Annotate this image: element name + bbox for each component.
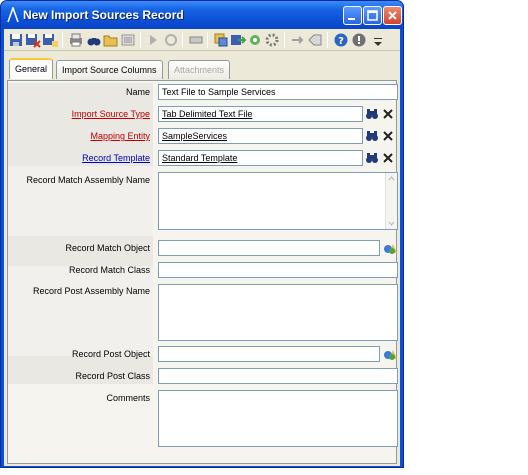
scroll-up-icon[interactable] xyxy=(386,173,397,183)
link-icon[interactable] xyxy=(290,32,306,48)
toolbar: ? xyxy=(4,29,400,51)
close-icon xyxy=(388,11,397,20)
record-match-object-field[interactable] xyxy=(158,240,380,256)
tab-order-icon[interactable] xyxy=(188,32,204,48)
record-match-assembly-name-label: Record Match Assembly Name xyxy=(26,175,150,185)
label-column-band xyxy=(8,266,153,356)
find-icon[interactable] xyxy=(86,32,102,48)
save-and-new-icon[interactable] xyxy=(42,32,58,48)
record-post-assembly-name-label: Record Post Assembly Name xyxy=(32,286,150,296)
tab-general[interactable]: General xyxy=(9,58,54,79)
toolbar-separator xyxy=(327,32,328,48)
record-post-object-label: Record Post Object xyxy=(71,349,150,359)
info-icon[interactable] xyxy=(351,32,367,48)
mapping-entity-value: SampleServices xyxy=(162,131,228,141)
settings-icon[interactable] xyxy=(264,32,280,48)
vertical-scrollbar[interactable] xyxy=(385,173,397,229)
close-button[interactable] xyxy=(383,6,402,25)
refresh-icon[interactable] xyxy=(163,32,179,48)
mapping-entity-label[interactable]: Mapping Entity xyxy=(8,131,153,141)
import-source-type-value: Tab Delimited Text File xyxy=(162,109,253,119)
window-title: New Import Sources Record xyxy=(23,8,184,22)
sync-icon[interactable] xyxy=(247,32,263,48)
general-tab-panel: Name Text File to Sample Services Import… xyxy=(7,80,398,464)
record-post-class-field[interactable] xyxy=(158,368,398,384)
import-source-type-field[interactable]: Tab Delimited Text File xyxy=(158,106,363,122)
record-post-object-field[interactable] xyxy=(158,346,380,362)
record-template-field[interactable]: Standard Template xyxy=(158,150,363,166)
record-match-assembly-name-field[interactable] xyxy=(158,172,398,230)
import-source-type-label[interactable]: Import Source Type xyxy=(8,109,153,119)
record-template-label[interactable]: Record Template xyxy=(8,153,153,163)
record-match-class-label: Record Match Class xyxy=(68,265,150,275)
title-bar[interactable]: New Import Sources Record xyxy=(1,1,403,29)
toolbar-separator xyxy=(182,32,183,48)
import-icon[interactable] xyxy=(230,32,246,48)
name-label: Name xyxy=(125,87,150,97)
toolbar-separator xyxy=(140,32,141,48)
comments-field[interactable] xyxy=(158,390,398,447)
record-post-assembly-name-field[interactable] xyxy=(158,284,398,341)
open-folder-icon[interactable] xyxy=(103,32,119,48)
save-and-close-icon[interactable] xyxy=(25,32,41,48)
save-icon[interactable] xyxy=(8,32,24,48)
app-logo-icon xyxy=(7,7,19,23)
help-icon[interactable]: ? xyxy=(333,32,349,48)
comments-label: Comments xyxy=(106,393,150,403)
record-match-object-label: Record Match Object xyxy=(65,243,150,253)
minimize-button[interactable] xyxy=(343,6,362,25)
clear-x-icon[interactable] xyxy=(381,151,395,165)
tab-import-source-columns[interactable]: Import Source Columns xyxy=(56,60,163,79)
object-browser-icon[interactable] xyxy=(383,347,397,361)
lookup-binoculars-icon[interactable] xyxy=(365,129,379,143)
import-sources-window: New Import Sources Record ? General Impo… xyxy=(0,0,404,468)
lookup-binoculars-icon[interactable] xyxy=(365,107,379,121)
name-field[interactable]: Text File to Sample Services xyxy=(158,84,398,100)
maximize-button[interactable] xyxy=(363,6,382,25)
minimize-icon xyxy=(348,18,355,20)
svg-text:?: ? xyxy=(338,36,344,47)
record-template-value: Standard Template xyxy=(162,153,238,163)
clear-x-icon[interactable] xyxy=(381,129,395,143)
copy-record-icon[interactable] xyxy=(213,32,229,48)
tag-icon[interactable] xyxy=(307,32,323,48)
window-client-area: ? General Import Source Columns Attachme… xyxy=(4,29,400,466)
lookup-binoculars-icon[interactable] xyxy=(365,151,379,165)
next-record-icon[interactable] xyxy=(146,32,162,48)
toolbar-separator xyxy=(62,32,63,48)
object-browser-icon[interactable] xyxy=(383,241,397,255)
toolbar-separator xyxy=(207,32,208,48)
toolbar-overflow-icon[interactable] xyxy=(370,32,386,48)
record-match-class-field[interactable] xyxy=(158,262,398,278)
mapping-entity-field[interactable]: SampleServices xyxy=(158,128,363,144)
tab-attachments[interactable]: Attachments xyxy=(168,60,231,79)
record-post-class-label: Record Post Class xyxy=(75,371,150,381)
list-view-icon[interactable] xyxy=(120,32,136,48)
clear-x-icon[interactable] xyxy=(381,107,395,121)
print-icon[interactable] xyxy=(68,32,84,48)
scroll-down-icon[interactable] xyxy=(386,219,397,229)
maximize-icon xyxy=(367,10,378,21)
toolbar-separator xyxy=(284,32,285,48)
